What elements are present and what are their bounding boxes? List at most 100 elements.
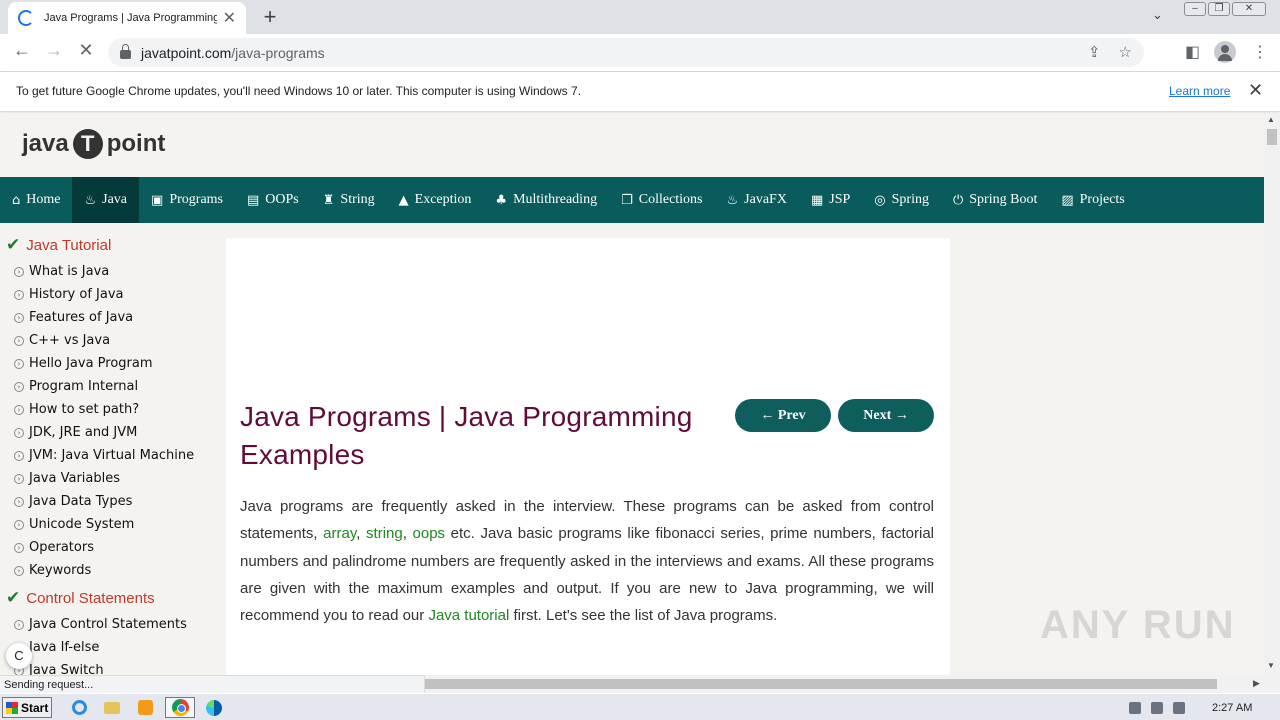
sidebar-item[interactable]: › JDK, JRE and JVM (14, 425, 137, 440)
nav-item-spring-boot[interactable]: ⏻ Spring Boot (941, 177, 1049, 223)
sidebar-item[interactable]: › Java Variables (14, 471, 120, 486)
side-panel-icon[interactable]: ◧ (1185, 42, 1200, 62)
sidebar-item[interactable]: › Operators (14, 540, 94, 555)
sidebar-item-label: How to set path? (29, 402, 140, 417)
nav-item-oops[interactable]: ▤ OOPs (235, 177, 311, 223)
sidebar-item-label: Java Data Types (29, 494, 133, 509)
nav-item-home[interactable]: ⌂ Home (0, 177, 72, 223)
volume-icon[interactable] (1129, 701, 1141, 714)
tab-search-chevron-icon[interactable]: ⌄ (1152, 7, 1163, 23)
bullet-arrow-icon: › (14, 312, 24, 323)
restore-icon[interactable]: ❐ (1208, 2, 1230, 16)
sidebar-section-label: Control Statements (26, 589, 155, 607)
menu-kebab-icon[interactable]: ⋮ (1252, 42, 1268, 62)
oops-link[interactable]: oops (413, 525, 446, 542)
network-icon[interactable] (1151, 701, 1163, 714)
nav-exception-icon: ▲ (398, 192, 409, 208)
sidebar-item[interactable]: › C++ vs Java (14, 333, 110, 348)
sidebar-item[interactable]: › What is Java (14, 264, 109, 279)
horizontal-scroll-thumb[interactable] (425, 679, 1217, 689)
nav-item-string[interactable]: ♜ String (311, 177, 387, 223)
share-icon[interactable]: ⇪ (1088, 43, 1101, 61)
prev-button[interactable]: ← Prev (735, 399, 831, 432)
sidebar-item[interactable]: › History of Java (14, 287, 124, 302)
profile-button[interactable] (1214, 41, 1236, 63)
nav-item-programs[interactable]: ▣ Programs (139, 177, 235, 223)
tab-close-icon[interactable]: ✕ (223, 8, 236, 28)
sidebar-item[interactable]: › Program Internal (14, 379, 138, 394)
vertical-scroll-thumb[interactable] (1267, 129, 1277, 145)
minimize-icon[interactable]: – (1184, 2, 1206, 16)
nav-item-spring[interactable]: ◎ Spring (862, 177, 941, 223)
browser-tab[interactable]: Java Programs | Java Programming E ✕ (8, 2, 246, 34)
window-close-icon[interactable]: ✕ (1232, 2, 1266, 16)
sidebar-item[interactable]: › Hello Java Program (14, 356, 153, 371)
nav-item-label: Spring (891, 192, 929, 207)
scroll-right-icon[interactable]: ▶ (1253, 678, 1260, 689)
profile-icon (1214, 41, 1236, 63)
flag-icon[interactable] (1173, 701, 1185, 714)
nav-item-multithreading[interactable]: ♣ Multithreading (483, 177, 609, 223)
bookmark-star-icon[interactable]: ☆ (1119, 43, 1132, 61)
taskbar-explorer[interactable] (97, 697, 127, 718)
sidebar: ✔ Java Tutorial › What is Java › History of J… (0, 223, 225, 675)
url-text[interactable]: javatpoint.com/java-programs (141, 45, 325, 61)
nav-item-javafx[interactable]: ♨ JavaFX (715, 177, 799, 223)
stop-loading-icon[interactable]: ✕ (74, 40, 98, 61)
scroll-up-icon[interactable]: ▲ (1267, 115, 1275, 124)
nav-collections-icon: ❐ (621, 192, 633, 208)
taskbar-media[interactable] (130, 697, 160, 718)
sidebar-item-label: JVM: Java Virtual Machine (29, 448, 195, 463)
taskbar-edge[interactable] (199, 697, 229, 718)
edge-icon (206, 699, 222, 716)
sidebar-item-label: Hello Java Program (29, 356, 153, 371)
next-button[interactable]: Next → (838, 399, 934, 432)
nav-javafx-icon: ♨ (726, 192, 739, 208)
nav-item-projects[interactable]: ▨ Projects (1049, 177, 1136, 223)
web-page: java T point ⌂ Home ♨ Java ▣ Programs ▤ OOPs ♜ St… (0, 113, 1264, 675)
sidebar-item[interactable]: › How to set path? (14, 402, 139, 417)
sidebar-item[interactable]: › Features of Java (14, 310, 133, 325)
nav-item-label: Home (26, 192, 61, 207)
new-tab-button[interactable]: + (258, 4, 282, 30)
c-badge[interactable]: C (6, 643, 32, 669)
sidebar-item[interactable]: › Java Control Statements (14, 617, 187, 632)
nav-item-collections[interactable]: ❐ Collections (609, 177, 714, 223)
main-content: Java Programs | Java Programming Example… (226, 238, 950, 675)
lock-icon[interactable] (120, 44, 131, 59)
nav-item-exception[interactable]: ▲ Exception (387, 177, 484, 223)
start-button[interactable]: Start (2, 697, 52, 718)
address-bar[interactable]: javatpoint.com/java-programs ⇪ ☆ (108, 38, 1144, 67)
java-tutorial-link[interactable]: Java tutorial (428, 607, 509, 624)
scroll-down-icon[interactable]: ▼ (1267, 661, 1275, 670)
sidebar-item[interactable]: › Java Data Types (14, 494, 132, 509)
anyrun-watermark: ANY RUN (1040, 603, 1236, 647)
sidebar-item-label: Java Variables (29, 471, 120, 486)
sidebar-item[interactable]: › JVM: Java Virtual Machine (14, 448, 194, 463)
taskbar-ie[interactable] (64, 697, 94, 718)
bullet-arrow-icon: › (14, 542, 24, 553)
forward-arrow-icon[interactable]: → (42, 40, 66, 61)
sidebar-section-heading[interactable]: ✔ Control Statements (6, 588, 155, 608)
back-arrow-icon[interactable]: ← (10, 40, 34, 61)
vertical-scrollbar[interactable]: ▲ ▼ (1264, 113, 1280, 675)
nav-item-label: OOPs (265, 192, 299, 207)
nav-item-jsp[interactable]: ▦ JSP (799, 177, 862, 223)
sidebar-item[interactable]: › Unicode System (14, 517, 134, 532)
clock[interactable]: 2:27 AM (1212, 702, 1252, 714)
taskbar-chrome[interactable] (165, 697, 195, 718)
sidebar-item[interactable]: › Keywords (14, 563, 91, 578)
array-link[interactable]: array (323, 525, 356, 542)
learn-more-link[interactable]: Learn more (1169, 84, 1230, 98)
sidebar-item-label: Operators (29, 540, 94, 555)
site-logo[interactable]: java T point (22, 129, 165, 159)
nav-item-label: Projects (1079, 192, 1125, 207)
horizontal-scrollbar[interactable]: ▶ (425, 675, 1280, 693)
logo-point: point (106, 130, 166, 157)
nav-item-label: Programs (169, 192, 223, 207)
string-link[interactable]: string (366, 525, 403, 542)
sidebar-section-heading[interactable]: ✔ Java Tutorial (6, 235, 111, 255)
nav-item-label: JavaFX (744, 192, 787, 207)
infobar-close-icon[interactable]: ✕ (1248, 80, 1263, 101)
nav-item-java[interactable]: ♨ Java (72, 177, 140, 223)
